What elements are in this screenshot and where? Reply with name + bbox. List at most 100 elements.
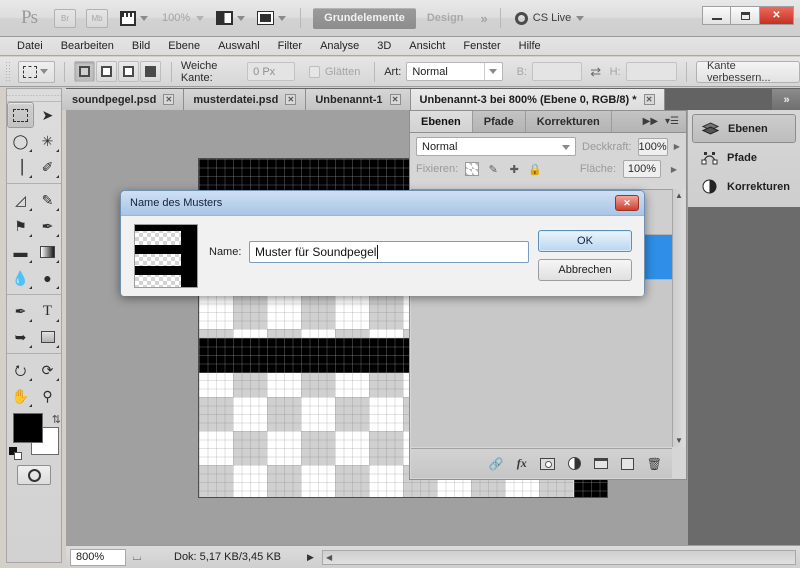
rectangular-marquee-tool[interactable] xyxy=(7,102,34,128)
brush-tool[interactable]: ✎ xyxy=(34,187,61,213)
menu-bearbeiten[interactable]: Bearbeiten xyxy=(52,38,123,54)
workspace-design[interactable]: Design xyxy=(416,8,475,29)
document-tab-unbenannt-3[interactable]: Unbenannt-3 bei 800% (Ebene 0, RGB/8) * … xyxy=(410,89,665,110)
mini-bridge-button[interactable]: Mb xyxy=(86,8,108,28)
screen-mode-button[interactable] xyxy=(257,7,287,29)
fill-stepper[interactable]: ▶ xyxy=(668,160,680,178)
quick-mask-button[interactable] xyxy=(17,465,51,485)
new-selection-button[interactable] xyxy=(73,61,95,82)
close-button[interactable]: ✕ xyxy=(760,6,794,25)
move-tool[interactable]: ➤ xyxy=(34,102,61,128)
dialog-title-bar[interactable]: Name des Musters ✕ xyxy=(121,191,644,216)
horizontal-scrollbar[interactable]: ◀ xyxy=(321,549,796,565)
close-icon[interactable]: ✕ xyxy=(643,94,655,105)
link-layers-icon[interactable]: 🔗 xyxy=(489,457,504,471)
fill-input[interactable]: 100% xyxy=(623,160,661,178)
type-tool[interactable]: T xyxy=(34,298,61,324)
menu-analyse[interactable]: Analyse xyxy=(311,38,368,54)
dock-item-ebenen[interactable]: Ebenen xyxy=(692,114,796,143)
delete-layer-icon[interactable]: 🗑 xyxy=(647,457,662,471)
blend-mode-select[interactable]: Normal xyxy=(416,137,576,156)
preview-arrow-icon[interactable]: ⌴ xyxy=(126,551,148,564)
dodge-tool[interactable]: ● xyxy=(34,265,61,291)
add-to-selection-button[interactable] xyxy=(95,61,117,82)
dock-item-pfade[interactable]: Pfade xyxy=(692,143,796,172)
panel-menu-icon[interactable]: ▾☰ xyxy=(665,116,679,127)
opacity-input[interactable]: 100% xyxy=(637,137,668,156)
menu-bild[interactable]: Bild xyxy=(123,38,159,54)
pattern-name-input[interactable]: Muster für Soundpegel xyxy=(249,241,529,263)
close-icon[interactable]: ✕ xyxy=(163,94,175,105)
clone-stamp-tool[interactable]: ⚑ xyxy=(7,213,34,239)
view-extras-button[interactable] xyxy=(120,7,148,29)
foreground-color-swatch[interactable] xyxy=(13,413,43,443)
zoom-tool[interactable]: ⚲ xyxy=(34,383,61,409)
tab-korrekturen[interactable]: Korrekturen xyxy=(526,111,612,132)
document-tabs-overflow-button[interactable]: » xyxy=(772,89,800,110)
lock-all-icon[interactable]: 🔒 xyxy=(528,162,542,176)
document-tab-musterdatei[interactable]: musterdatei.psd ✕ xyxy=(184,89,307,110)
layer-mask-icon[interactable] xyxy=(539,457,555,470)
history-brush-tool[interactable]: ✒ xyxy=(34,213,61,239)
lock-transparency-icon[interactable] xyxy=(465,162,480,176)
zoom-chevron-down-icon[interactable] xyxy=(196,15,205,21)
menu-hilfe[interactable]: Hilfe xyxy=(510,38,550,54)
3d-orbit-tool[interactable]: ⟳ xyxy=(34,357,61,383)
style-select[interactable]: Normal xyxy=(406,62,503,81)
scroll-down-icon[interactable]: ▼ xyxy=(675,436,683,445)
menu-3d[interactable]: 3D xyxy=(368,38,400,54)
close-icon[interactable]: ✕ xyxy=(285,94,297,105)
blur-tool[interactable]: 💧 xyxy=(7,265,34,291)
pen-tool[interactable]: ✒ xyxy=(7,298,34,324)
new-layer-icon[interactable] xyxy=(620,457,634,470)
path-selection-tool[interactable]: ➥ xyxy=(7,324,34,350)
swap-arrows-icon[interactable]: ⇄ xyxy=(589,64,603,80)
collapse-icon[interactable]: ▶▶ xyxy=(643,116,658,127)
menu-fenster[interactable]: Fenster xyxy=(454,38,509,54)
3d-rotate-tool[interactable]: ⭮ xyxy=(7,357,34,383)
crop-tool[interactable]: ⎟ xyxy=(7,154,34,180)
menu-auswahl[interactable]: Auswahl xyxy=(209,38,269,54)
tab-ebenen[interactable]: Ebenen xyxy=(410,111,473,132)
opacity-stepper[interactable]: ▶ xyxy=(674,138,680,156)
options-bar-grip[interactable] xyxy=(5,60,11,83)
ok-button[interactable]: OK xyxy=(538,230,632,252)
new-group-icon[interactable] xyxy=(593,458,608,469)
chevron-double-right-icon[interactable]: » xyxy=(481,11,488,26)
menu-ebene[interactable]: Ebene xyxy=(159,38,209,54)
height-input[interactable] xyxy=(625,62,678,81)
adjustment-layer-icon[interactable] xyxy=(567,457,581,470)
gradient-tool[interactable] xyxy=(34,239,61,265)
dialog-close-button[interactable]: ✕ xyxy=(615,195,639,211)
menu-datei[interactable]: Datei xyxy=(8,38,52,54)
intersect-selection-button[interactable] xyxy=(139,61,161,82)
menu-filter[interactable]: Filter xyxy=(269,38,311,54)
layer-effects-icon[interactable]: fx xyxy=(517,456,527,471)
lock-pixels-icon[interactable]: ✎ xyxy=(486,162,500,176)
swap-colors-icon[interactable]: ⇅ xyxy=(52,413,61,426)
magic-wand-tool[interactable]: ✳ xyxy=(34,128,61,154)
zoom-input[interactable]: 800% xyxy=(70,548,126,566)
scroll-left-icon[interactable]: ◀ xyxy=(326,553,332,562)
toolbox-grip[interactable] xyxy=(7,89,61,102)
minimize-button[interactable] xyxy=(702,6,731,25)
hand-tool[interactable]: ✋ xyxy=(7,383,34,409)
rectangle-tool[interactable] xyxy=(34,324,61,350)
antialias-checkbox[interactable] xyxy=(309,65,320,78)
eraser-tool[interactable]: ▬ xyxy=(7,239,34,265)
default-colors-icon[interactable] xyxy=(9,447,22,460)
workspace-grundelemente[interactable]: Grundelemente xyxy=(313,7,416,29)
cancel-button[interactable]: Abbrechen xyxy=(538,259,632,281)
tab-pfade[interactable]: Pfade xyxy=(473,111,526,132)
eyedropper-tool[interactable]: ✐ xyxy=(34,154,61,180)
app-zoom-level[interactable]: 100% xyxy=(162,12,190,24)
cs-live-button[interactable]: CS Live xyxy=(514,11,585,25)
refine-edge-button[interactable]: Kante verbessern... xyxy=(695,60,800,84)
restore-button[interactable] xyxy=(731,6,760,25)
document-tab-unbenannt-1[interactable]: Unbenannt-1 ✕ xyxy=(306,89,411,110)
arrange-documents-button[interactable] xyxy=(216,7,246,29)
width-input[interactable] xyxy=(531,62,582,81)
tool-preset-picker[interactable] xyxy=(18,60,56,83)
bridge-button[interactable]: Br xyxy=(54,8,76,28)
menu-ansicht[interactable]: Ansicht xyxy=(400,38,454,54)
